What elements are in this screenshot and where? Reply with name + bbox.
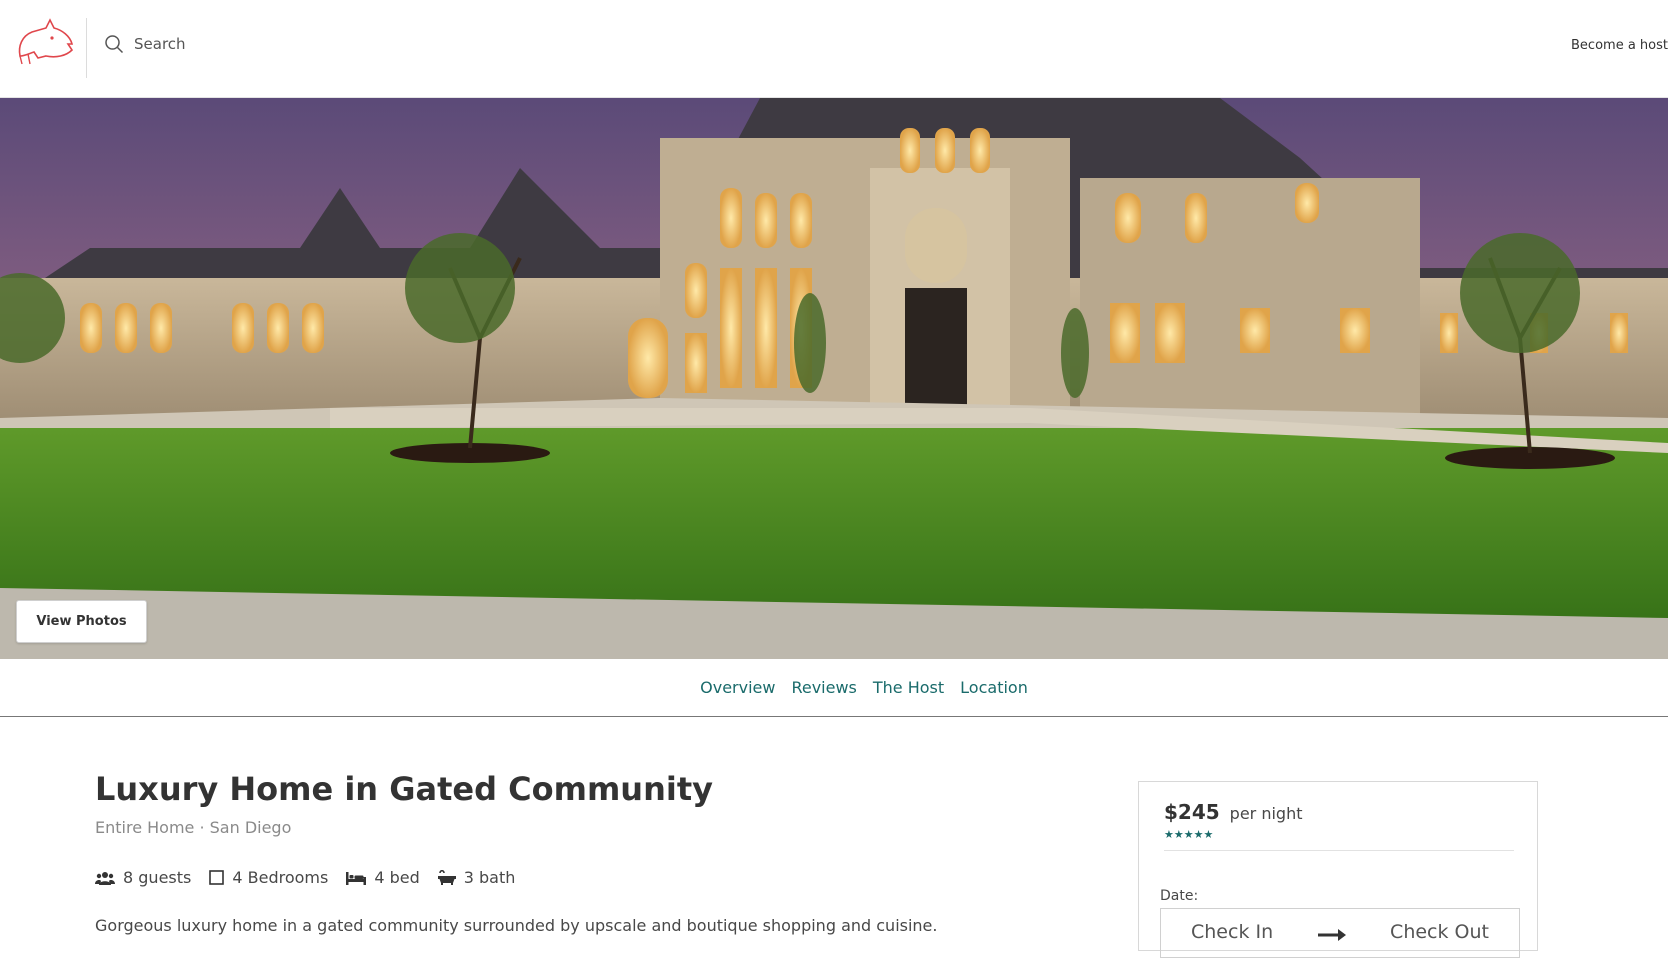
amenity-bedrooms: 4 Bedrooms [209, 868, 328, 887]
tab-overview[interactable]: Overview [700, 678, 775, 697]
amenity-beds: 4 bed [346, 868, 420, 887]
amenity-guests: 8 guests [95, 868, 191, 887]
card-divider [1164, 850, 1514, 851]
top-nav: Become a host [0, 0, 1668, 98]
listing-subtitle: Entire Home · San Diego [95, 818, 292, 837]
tab-the-host[interactable]: The Host [873, 678, 944, 697]
search-icon [105, 35, 124, 54]
become-host-link[interactable]: Become a host [1571, 38, 1668, 53]
guests-label: 8 guests [123, 868, 192, 887]
pig-logo-icon[interactable] [16, 16, 76, 66]
per-night-label: per night [1229, 804, 1303, 823]
square-icon [209, 870, 225, 885]
search-input[interactable] [134, 35, 354, 53]
users-icon [95, 871, 115, 885]
amenities-row: 8 guests 4 Bedrooms 4 bed 3 bath [95, 868, 515, 887]
booking-card: $245 per night ★★★★★ Date: Check In Chec… [1138, 781, 1538, 958]
date-range-picker[interactable]: Check In Check Out [1160, 908, 1520, 958]
house-photo [0, 98, 1668, 659]
hero-photo[interactable] [0, 98, 1668, 659]
nightly-price: $245 [1164, 800, 1220, 824]
tab-reviews[interactable]: Reviews [791, 678, 856, 697]
amenity-baths: 3 bath [437, 868, 516, 887]
date-label: Date: [1160, 888, 1199, 904]
star-rating: ★★★★★ [1164, 828, 1214, 841]
section-tabs: Overview Reviews The Host Location [0, 659, 1668, 717]
header-divider [86, 18, 87, 78]
tab-location[interactable]: Location [960, 678, 1028, 697]
baths-label: 3 bath [463, 868, 516, 887]
search-bar[interactable] [104, 28, 354, 60]
bath-icon [437, 870, 456, 885]
arrow-right-icon [1317, 929, 1346, 941]
check-out-field[interactable]: Check Out [1390, 921, 1489, 943]
view-photos-button[interactable]: View Photos [16, 600, 147, 643]
bedrooms-label: 4 Bedrooms [232, 868, 329, 887]
bed-icon [346, 871, 367, 885]
beds-label: 4 bed [374, 868, 420, 887]
check-in-field[interactable]: Check In [1191, 921, 1273, 943]
listing-title: Luxury Home in Gated Community [95, 770, 713, 808]
listing-description: Gorgeous luxury home in a gated communit… [95, 916, 938, 935]
price-row: $245 per night [1164, 800, 1303, 824]
